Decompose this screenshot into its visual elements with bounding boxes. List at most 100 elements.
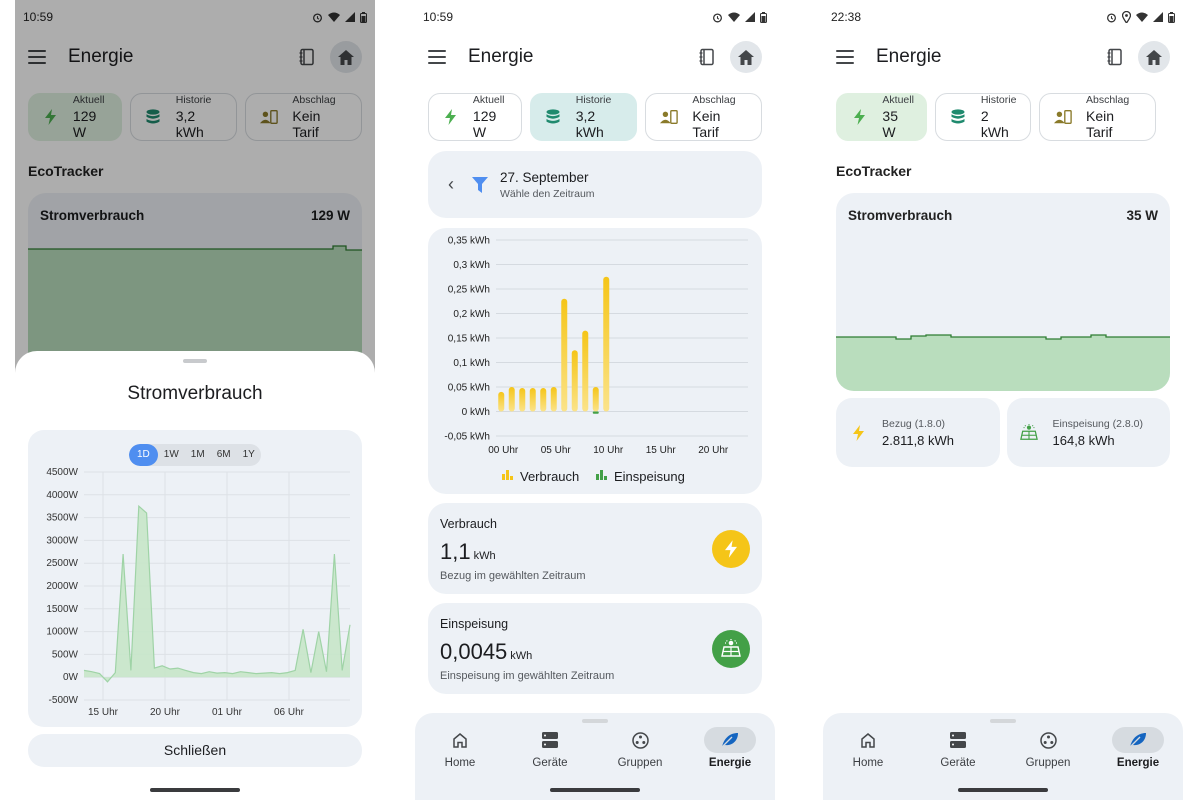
- nav-home[interactable]: Home: [420, 727, 500, 769]
- energy-chart-card: 0,35 kWh 0,3 kWh 0,25 kWh 0,2 kWh 0,15 kWh 0,…: [428, 228, 762, 494]
- home-button[interactable]: [1138, 41, 1170, 73]
- y-tick-label: 0,2 kWh: [453, 309, 490, 320]
- bar-verbrauch: [529, 387, 536, 412]
- bar-verbrauch: [561, 298, 568, 412]
- einspeisung-card: Einspeisung 0,0045 kWh Einspeisung im gew…: [428, 603, 762, 694]
- bar-verbrauch: [603, 276, 610, 412]
- wifi-icon: [1136, 12, 1148, 22]
- app-bar: Energie: [823, 34, 1183, 80]
- home-indicator: [550, 788, 640, 792]
- screen-history-sheet: 10:59 Energie Aktuell 129 W Historie 3,2 k…: [15, 0, 375, 800]
- home-button[interactable]: [730, 41, 762, 73]
- y-tick-label: 0W: [63, 672, 79, 683]
- legend-icon: [600, 470, 603, 480]
- contract-icon: [660, 110, 679, 124]
- nav-gruppen[interactable]: Gruppen: [600, 727, 680, 769]
- meter-einspeisung[interactable]: Einspeisung (2.8.0) 164,8 kWh: [1006, 398, 1170, 467]
- filter-icon: [472, 176, 488, 193]
- bolt-icon: [852, 424, 864, 441]
- section-ecotracker: EcoTracker: [836, 163, 912, 179]
- legend-label: Verbrauch: [520, 469, 579, 484]
- x-tick-label: 01 Uhr: [212, 707, 243, 718]
- nav-geraete[interactable]: Geräte: [510, 727, 590, 769]
- legend-icon: [510, 476, 513, 480]
- solar-panel-icon: [1019, 423, 1038, 440]
- bottom-sheet: Stromverbrauch 1D 1W 1M 6M 1Y 4500W 4000W…: [15, 351, 375, 800]
- energy-bar-chart: 0,35 kWh 0,3 kWh 0,25 kWh 0,2 kWh 0,15 kWh 0,…: [444, 236, 748, 484]
- home-icon: [861, 732, 875, 748]
- nav-home[interactable]: Home: [828, 727, 908, 769]
- chip-aktuell[interactable]: Aktuell 129 W: [428, 93, 522, 141]
- legend-icon: [502, 474, 505, 480]
- alarm-icon: [1107, 12, 1116, 22]
- date-selector[interactable]: ‹ 27. September Wähle den Zeitraum: [428, 151, 762, 218]
- location-icon: [1122, 11, 1131, 23]
- nav-geraete[interactable]: Geräte: [918, 727, 998, 769]
- legend-icon: [604, 476, 607, 480]
- bar-verbrauch: [571, 350, 578, 412]
- power-history-chart: 4500W 4000W 3500W 3000W 2500W 2000W 1500W 1000W…: [46, 467, 351, 718]
- bezug-value: 2.811,8 kWh: [882, 432, 955, 448]
- einspeisung-badge: [712, 630, 750, 668]
- book-icon[interactable]: [1106, 48, 1124, 66]
- legend-icon: [596, 474, 599, 480]
- nav-energie[interactable]: Energie: [1098, 727, 1178, 769]
- menu-icon[interactable]: [836, 50, 854, 64]
- bar-verbrauch: [498, 391, 505, 412]
- y-tick-label: 2500W: [46, 558, 78, 569]
- y-tick-label: 0,05 kWh: [448, 383, 490, 394]
- sheet-handle[interactable]: [183, 359, 207, 363]
- chip-abschlag[interactable]: Abschlag Kein Tarif: [1039, 93, 1156, 141]
- consumption-card[interactable]: Stromverbrauch 35 W: [836, 193, 1170, 391]
- meter-bezug[interactable]: Bezug (1.8.0) 2.811,8 kWh: [836, 398, 1000, 467]
- date-subtitle: Wähle den Zeitraum: [500, 187, 595, 200]
- bottom-navigation: Home Geräte Gruppen Energie: [415, 713, 775, 800]
- verbrauch-desc: Bezug im gewählten Zeitraum: [440, 570, 586, 582]
- devices-icon: [950, 732, 966, 748]
- y-tick-label: 1000W: [46, 627, 78, 638]
- devices-icon: [542, 732, 558, 748]
- y-tick-label: -0,05 kWh: [444, 432, 490, 443]
- nav-gruppen[interactable]: Gruppen: [1008, 727, 1088, 769]
- app-title: Energie: [468, 46, 534, 67]
- chip-historie[interactable]: Historie 3,2 kWh: [529, 93, 638, 141]
- book-icon[interactable]: [698, 48, 716, 66]
- close-button[interactable]: Schließen: [28, 734, 362, 767]
- groups-icon: [631, 731, 649, 749]
- bar-einspeisung: [592, 411, 599, 414]
- chip-abschlag[interactable]: Abschlag Kein Tarif: [645, 93, 762, 141]
- home-indicator: [150, 788, 240, 792]
- einspeisung-title: Einspeisung: [440, 617, 509, 631]
- sheet-title: Stromverbrauch: [127, 383, 263, 404]
- app-bar: Energie: [415, 34, 775, 80]
- chip-historie[interactable]: Historie 2 kWh: [935, 93, 1031, 141]
- menu-icon[interactable]: [428, 50, 446, 64]
- x-tick-label: 15 Uhr: [646, 445, 677, 456]
- x-tick-label: 20 Uhr: [698, 445, 729, 456]
- chevron-left-icon[interactable]: ‹: [448, 174, 454, 195]
- signal-icon: [1153, 12, 1163, 22]
- nav-energie[interactable]: Energie: [690, 727, 770, 769]
- home-indicator: [958, 788, 1048, 792]
- einspeisung-unit: kWh: [510, 650, 533, 662]
- database-icon: [951, 109, 965, 124]
- verbrauch-title: Verbrauch: [440, 517, 497, 531]
- y-tick-label: 1500W: [46, 604, 78, 615]
- solar-panel-icon: [721, 639, 741, 657]
- y-tick-label: -500W: [49, 695, 79, 706]
- verbrauch-card: Verbrauch 1,1 kWh Bezug im gewählten Zeit…: [428, 503, 762, 594]
- legend-icon: [506, 470, 509, 480]
- bolt-icon: [445, 109, 457, 125]
- bolt-icon: [854, 109, 866, 125]
- x-tick-label: 05 Uhr: [541, 445, 572, 456]
- y-tick-label: 3500W: [46, 513, 78, 524]
- summary-chips: Aktuell 129 W Historie 3,2 kWh Abschlag Kei…: [415, 80, 775, 141]
- chip-aktuell[interactable]: Aktuell 35 W: [836, 93, 927, 141]
- date-title: 27. September: [500, 169, 589, 185]
- bar-verbrauch: [540, 387, 547, 412]
- einspeisung-value: 0,0045: [440, 639, 508, 664]
- y-tick-label: 3000W: [46, 535, 78, 546]
- y-tick-label: 0,3 kWh: [453, 260, 490, 271]
- meter-readings: Bezug (1.8.0) 2.811,8 kWh Einspeisung (2.…: [836, 398, 1170, 467]
- status-time: 10:59: [423, 10, 454, 24]
